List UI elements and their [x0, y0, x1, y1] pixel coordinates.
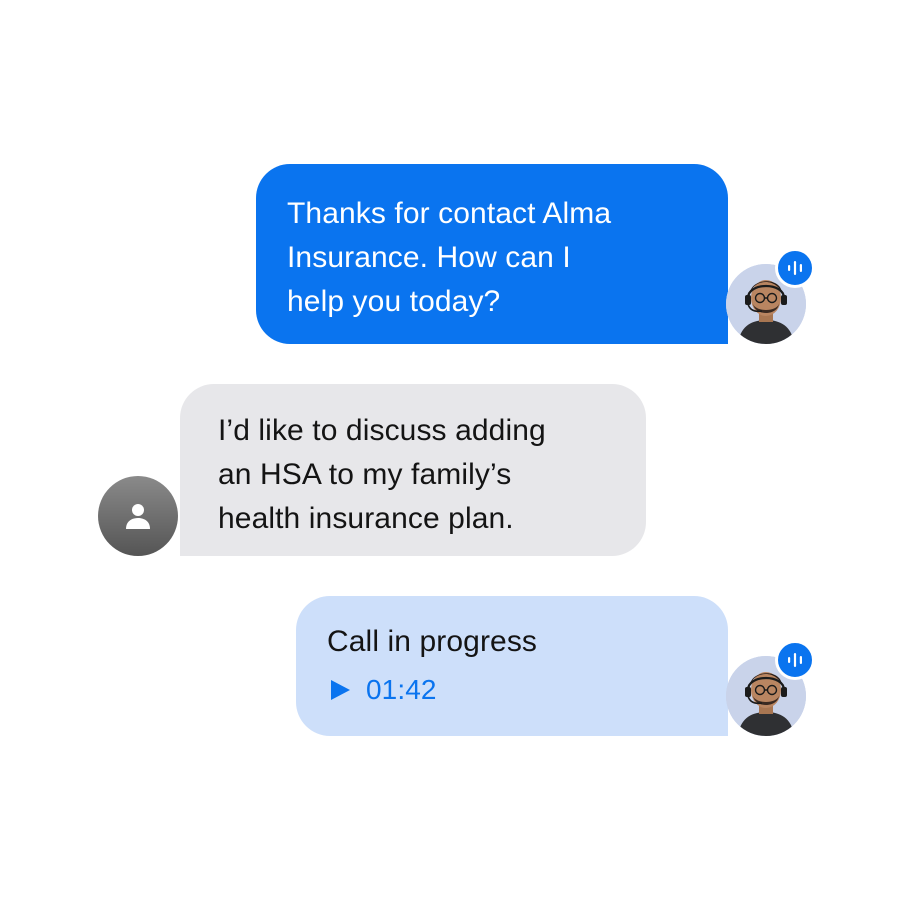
voice-waveform-icon — [775, 248, 815, 288]
play-icon[interactable] — [328, 678, 352, 702]
user-avatar — [98, 476, 178, 556]
person-icon — [126, 504, 150, 529]
voice-waveform-icon — [775, 640, 815, 680]
message-line: an HSA to my family’s — [218, 458, 512, 491]
user-message-bubble: I’d like to discuss adding an HSA to my … — [180, 384, 646, 556]
call-status-bubble: Call in progress 01:42 — [296, 596, 728, 736]
message-line: I’d like to discuss adding — [218, 414, 546, 447]
call-status-title: Call in progress — [327, 625, 538, 658]
message-line: Insurance. How can I — [287, 241, 571, 274]
agent-message-bubble: Thanks for contact Alma Insurance. How c… — [256, 164, 728, 344]
message-line: help you today? — [287, 285, 501, 318]
message-line: Thanks for contact Alma — [287, 197, 612, 230]
call-recording-player[interactable]: 01:42 — [327, 670, 698, 710]
chat-transcript: Thanks for contact Alma Insurance. How c… — [0, 0, 900, 900]
message-line: health insurance plan. — [218, 502, 514, 535]
call-duration: 01:42 — [366, 674, 437, 705]
